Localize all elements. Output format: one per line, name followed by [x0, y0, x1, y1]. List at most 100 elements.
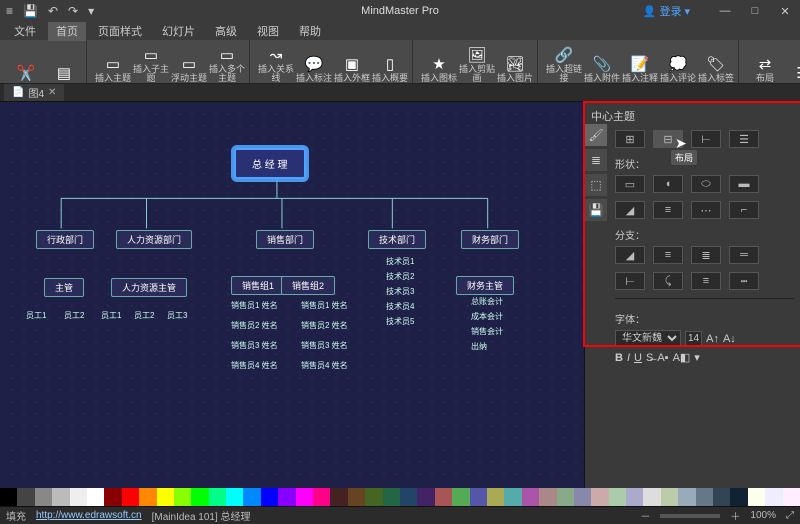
sales-g2[interactable]: 销售组2 — [281, 276, 335, 295]
palette-swatch[interactable] — [713, 488, 730, 506]
insert-comment[interactable]: 💭插入评论 — [660, 54, 696, 83]
hr-e1[interactable]: 员工1 — [101, 310, 121, 321]
layout-button[interactable]: ⇄布局 — [747, 54, 783, 83]
insert-multiple[interactable]: ▭插入多个主题 — [209, 45, 245, 83]
zoom-slider[interactable] — [660, 514, 720, 518]
hr-e3[interactable]: 员工3 — [167, 310, 187, 321]
panel-tab-theme[interactable]: ⬚ — [585, 174, 607, 196]
status-url[interactable]: http://www.edrawsoft.cn — [36, 510, 142, 521]
insert-icon[interactable]: ★插入图标 — [421, 54, 457, 83]
tab-advanced[interactable]: 高级 — [207, 21, 245, 41]
t1[interactable]: 技术员1 — [386, 256, 414, 267]
hr-e2[interactable]: 员工2 — [134, 310, 154, 321]
highlight-icon[interactable]: A◧ — [673, 351, 691, 364]
palette-swatch[interactable] — [209, 488, 226, 506]
insert-image[interactable]: 🏞插入图片 — [497, 54, 533, 83]
palette-swatch[interactable] — [261, 488, 278, 506]
numbering-button[interactable]: ☰ — [785, 63, 800, 83]
palette-swatch[interactable] — [330, 488, 347, 506]
dept-finance[interactable]: 财务部门 — [461, 230, 519, 249]
palette-swatch[interactable] — [191, 488, 208, 506]
branch-3[interactable]: ≣ — [691, 246, 721, 264]
shape-4[interactable]: ▬ — [729, 175, 759, 193]
strike-icon[interactable]: S̶ — [646, 352, 653, 364]
dept-admin[interactable]: 行政部门 — [36, 230, 94, 249]
panel-tab-format[interactable]: 🖌 — [585, 124, 607, 146]
palette-swatch[interactable] — [539, 488, 556, 506]
tab-slideshow[interactable]: 幻灯片 — [154, 21, 203, 41]
tab-home[interactable]: 首页 — [48, 21, 86, 41]
palette-swatch[interactable] — [348, 488, 365, 506]
t5[interactable]: 技术员5 — [386, 316, 414, 327]
font-color-icon[interactable]: A▪ — [657, 352, 668, 364]
font-shrink-icon[interactable]: A↓ — [723, 333, 736, 345]
dept-hr[interactable]: 人力资源部门 — [116, 230, 192, 249]
layout-opt-3[interactable]: ⊢ — [691, 130, 721, 148]
file-menu[interactable]: 文件 — [6, 21, 44, 41]
font-family-select[interactable]: 华文新魏 — [615, 330, 681, 347]
panel-tab-save[interactable]: 💾 — [585, 199, 607, 221]
palette-swatch[interactable] — [609, 488, 626, 506]
t3[interactable]: 技术员3 — [386, 286, 414, 297]
login-link[interactable]: 👤登录▾ — [643, 3, 690, 19]
palette-swatch[interactable] — [70, 488, 87, 506]
insert-relation[interactable]: ↝插入关系线 — [258, 45, 294, 83]
s2-3[interactable]: 销售员3 姓名 — [301, 340, 348, 351]
more-font-icon[interactable]: ▾ — [694, 351, 700, 364]
branch-7[interactable]: ≡ — [691, 272, 721, 290]
insert-summary[interactable]: ▯插入概要 — [372, 54, 408, 83]
insert-boundary[interactable]: ▣插入外框 — [334, 54, 370, 83]
palette-swatch[interactable] — [417, 488, 434, 506]
shape-1[interactable]: ▭ — [615, 175, 645, 193]
maximize-button[interactable]: □ — [744, 3, 766, 19]
branch-5[interactable]: ⊢ — [615, 272, 645, 290]
s1-3[interactable]: 销售员3 姓名 — [231, 340, 278, 351]
close-tab-icon[interactable]: ✕ — [48, 87, 56, 98]
qat-dropdown-icon[interactable]: ▾ — [88, 4, 94, 18]
palette-swatch[interactable] — [139, 488, 156, 506]
palette-swatch[interactable] — [643, 488, 660, 506]
save-icon[interactable]: 💾 — [23, 4, 38, 18]
sales-g1[interactable]: 销售组1 — [231, 276, 285, 295]
minimize-button[interactable]: — — [714, 3, 736, 19]
palette-swatch[interactable] — [504, 488, 521, 506]
fit-icon[interactable]: ⤢ — [786, 510, 794, 521]
shape-6[interactable]: ≡ — [653, 201, 683, 219]
s1-4[interactable]: 销售员4 姓名 — [231, 360, 278, 371]
styles[interactable]: ▤ — [46, 63, 82, 83]
palette-swatch[interactable] — [365, 488, 382, 506]
s1-1[interactable]: 销售员1 姓名 — [231, 300, 278, 311]
t2[interactable]: 技术员2 — [386, 271, 414, 282]
floating-topic[interactable]: ▭浮动主题 — [171, 54, 207, 83]
insert-note[interactable]: 📝插入注释 — [622, 54, 658, 83]
s2-4[interactable]: 销售员4 姓名 — [301, 360, 348, 371]
zoom-in-icon[interactable]: ＋ — [730, 508, 740, 523]
s1-2[interactable]: 销售员2 姓名 — [231, 320, 278, 331]
branch-6[interactable]: ⤹ — [653, 272, 683, 290]
palette-swatch[interactable] — [226, 488, 243, 506]
palette-swatch[interactable] — [296, 488, 313, 506]
fin-lead[interactable]: 财务主管 — [456, 276, 514, 295]
root-topic[interactable]: 总 经 理 — [234, 148, 306, 179]
zoom-out-icon[interactable]: － — [640, 508, 650, 523]
tab-view[interactable]: 视图 — [249, 21, 287, 41]
palette-swatch[interactable] — [104, 488, 121, 506]
f4[interactable]: 出纳 — [471, 341, 487, 352]
shape-3[interactable]: ⬭ — [691, 175, 721, 193]
menu-icon[interactable]: ≡ — [6, 4, 13, 18]
palette-swatch[interactable] — [678, 488, 695, 506]
admin-e2[interactable]: 员工2 — [64, 310, 84, 321]
admin-lead[interactable]: 主管 — [44, 278, 84, 297]
f2[interactable]: 成本会计 — [471, 311, 503, 322]
palette-swatch[interactable] — [400, 488, 417, 506]
palette-swatch[interactable] — [574, 488, 591, 506]
branch-2[interactable]: ≡ — [653, 246, 683, 264]
tab-help[interactable]: 帮助 — [291, 21, 329, 41]
f3[interactable]: 销售会计 — [471, 326, 503, 337]
palette-swatch[interactable] — [87, 488, 104, 506]
branch-8[interactable]: ┅ — [729, 272, 759, 290]
doc-tab[interactable]: 📄图4✕ — [4, 84, 64, 101]
font-grow-icon[interactable]: A↑ — [706, 333, 719, 345]
palette-swatch[interactable] — [17, 488, 34, 506]
insert-tag[interactable]: 🏷插入标签 — [698, 54, 734, 83]
